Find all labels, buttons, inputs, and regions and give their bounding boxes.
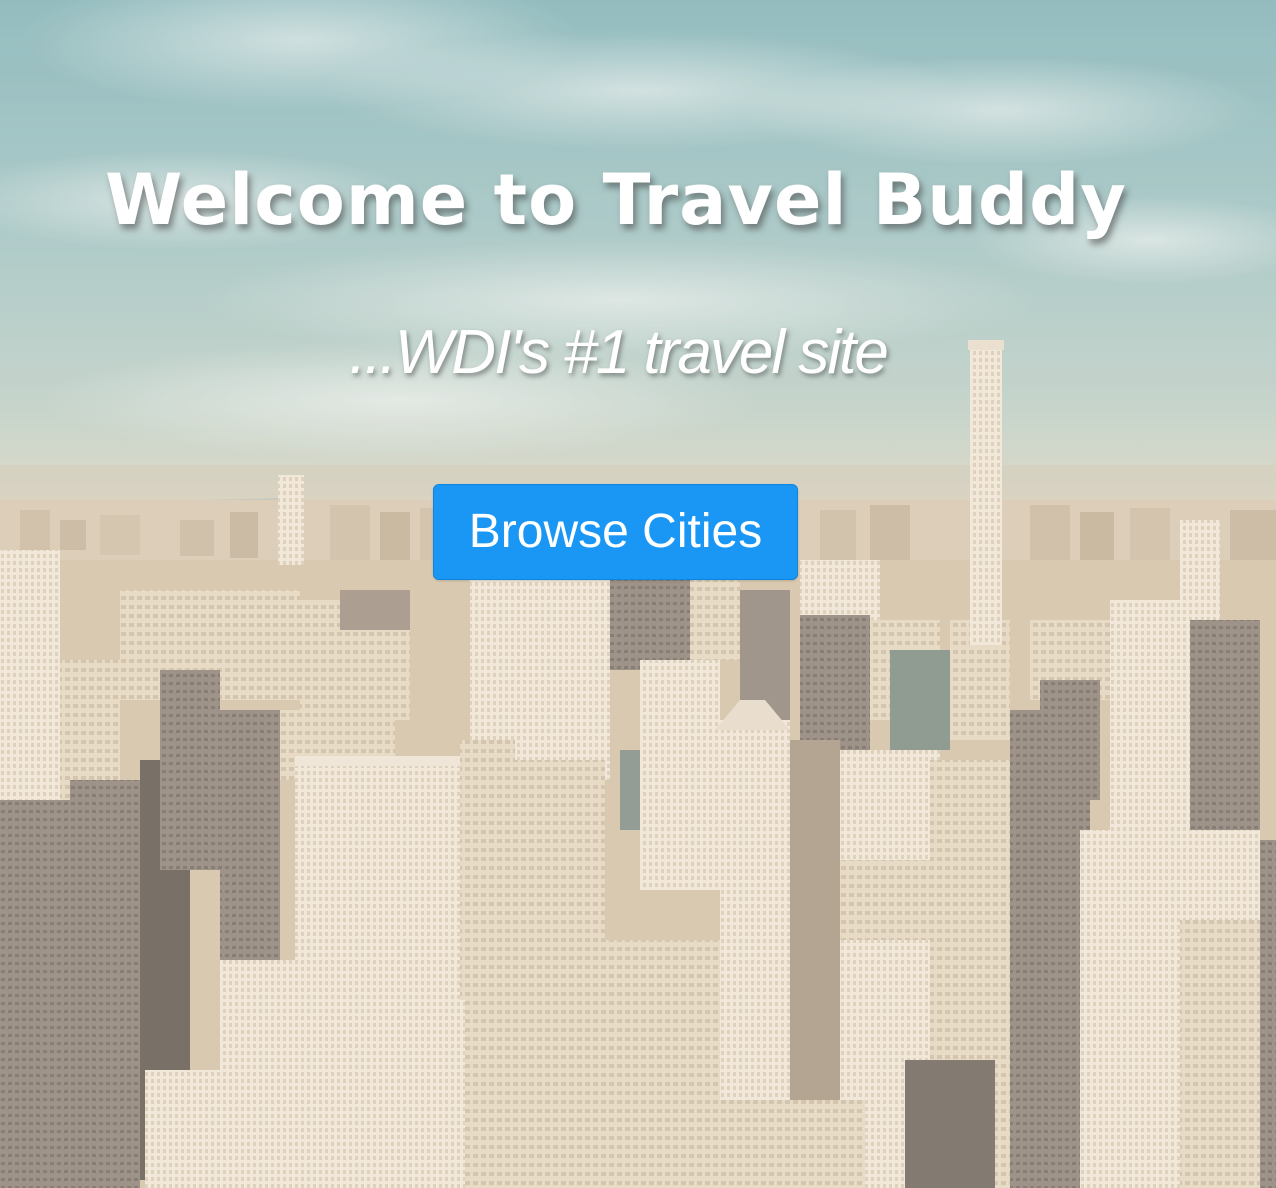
hero-title: Welcome to Travel Buddy — [105, 159, 1127, 241]
browse-cities-button[interactable]: Browse Cities — [433, 484, 798, 580]
hero-subtitle: ...WDI's #1 travel site — [349, 318, 889, 387]
hero-section: Welcome to Travel Buddy ...WDI's #1 trav… — [0, 0, 1276, 1188]
